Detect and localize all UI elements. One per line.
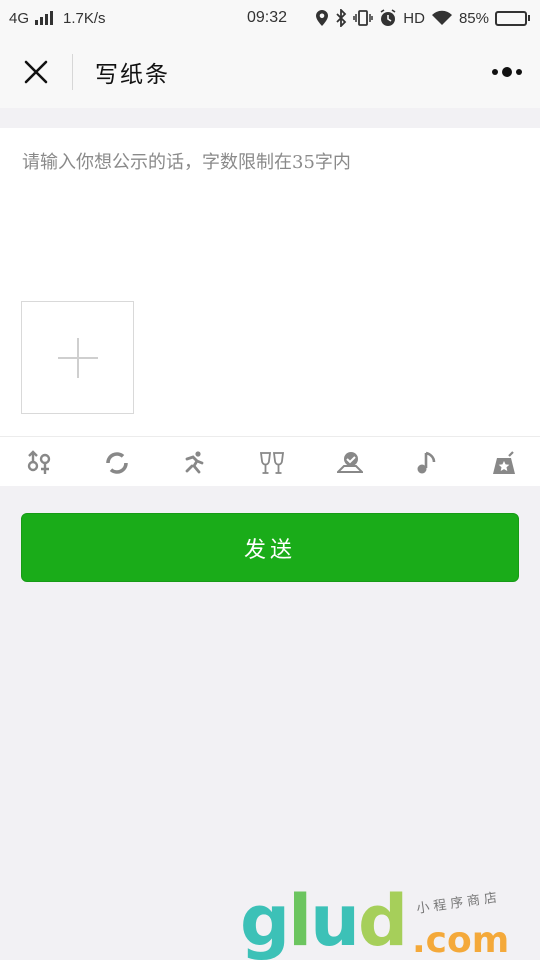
watermark: glud .com 小程序商店 bbox=[240, 886, 540, 960]
watermark-domain: .com bbox=[412, 920, 510, 960]
refresh-icon[interactable] bbox=[103, 449, 131, 477]
send-button[interactable]: 发送 bbox=[21, 513, 519, 582]
plus-icon bbox=[57, 337, 98, 378]
icon-toolbar bbox=[0, 436, 540, 486]
network-type: 4G bbox=[9, 9, 30, 27]
note-input[interactable] bbox=[22, 148, 518, 288]
editor-panel bbox=[0, 128, 540, 436]
close-icon bbox=[24, 60, 48, 84]
hd-label: HD bbox=[403, 9, 425, 27]
watermark-logo: glud bbox=[240, 880, 408, 960]
more-button[interactable] bbox=[488, 54, 526, 90]
location-chat-icon[interactable] bbox=[336, 449, 364, 477]
location-icon bbox=[316, 10, 329, 26]
alarm-icon bbox=[380, 9, 396, 26]
running-icon[interactable] bbox=[180, 449, 208, 477]
more-icon bbox=[492, 67, 522, 77]
star-bag-icon[interactable] bbox=[490, 449, 518, 477]
nav-bar: 写纸条 bbox=[0, 36, 540, 108]
bluetooth-icon bbox=[336, 9, 347, 27]
watermark-tagline: 小程序商店 bbox=[415, 890, 502, 917]
status-right: HD 85% bbox=[315, 9, 530, 27]
status-bar: 4G 1.7K/s 09:32 HD 85% bbox=[0, 0, 540, 36]
page-title: 写纸条 bbox=[95, 62, 170, 88]
signal-icon bbox=[35, 11, 54, 25]
gender-icon[interactable] bbox=[25, 449, 53, 477]
nav-divider bbox=[72, 54, 73, 90]
add-image-button[interactable] bbox=[21, 301, 134, 414]
network-speed: 1.7K/s bbox=[63, 9, 106, 27]
music-icon[interactable] bbox=[413, 449, 441, 477]
battery-icon bbox=[495, 10, 530, 26]
vibrate-icon bbox=[353, 10, 374, 26]
cheers-icon[interactable] bbox=[258, 449, 286, 477]
status-time: 09:32 bbox=[247, 9, 288, 26]
battery-percent: 85% bbox=[458, 9, 489, 27]
status-left: 4G 1.7K/s bbox=[9, 10, 106, 27]
wifi-icon bbox=[431, 10, 452, 25]
close-button[interactable] bbox=[0, 36, 72, 108]
